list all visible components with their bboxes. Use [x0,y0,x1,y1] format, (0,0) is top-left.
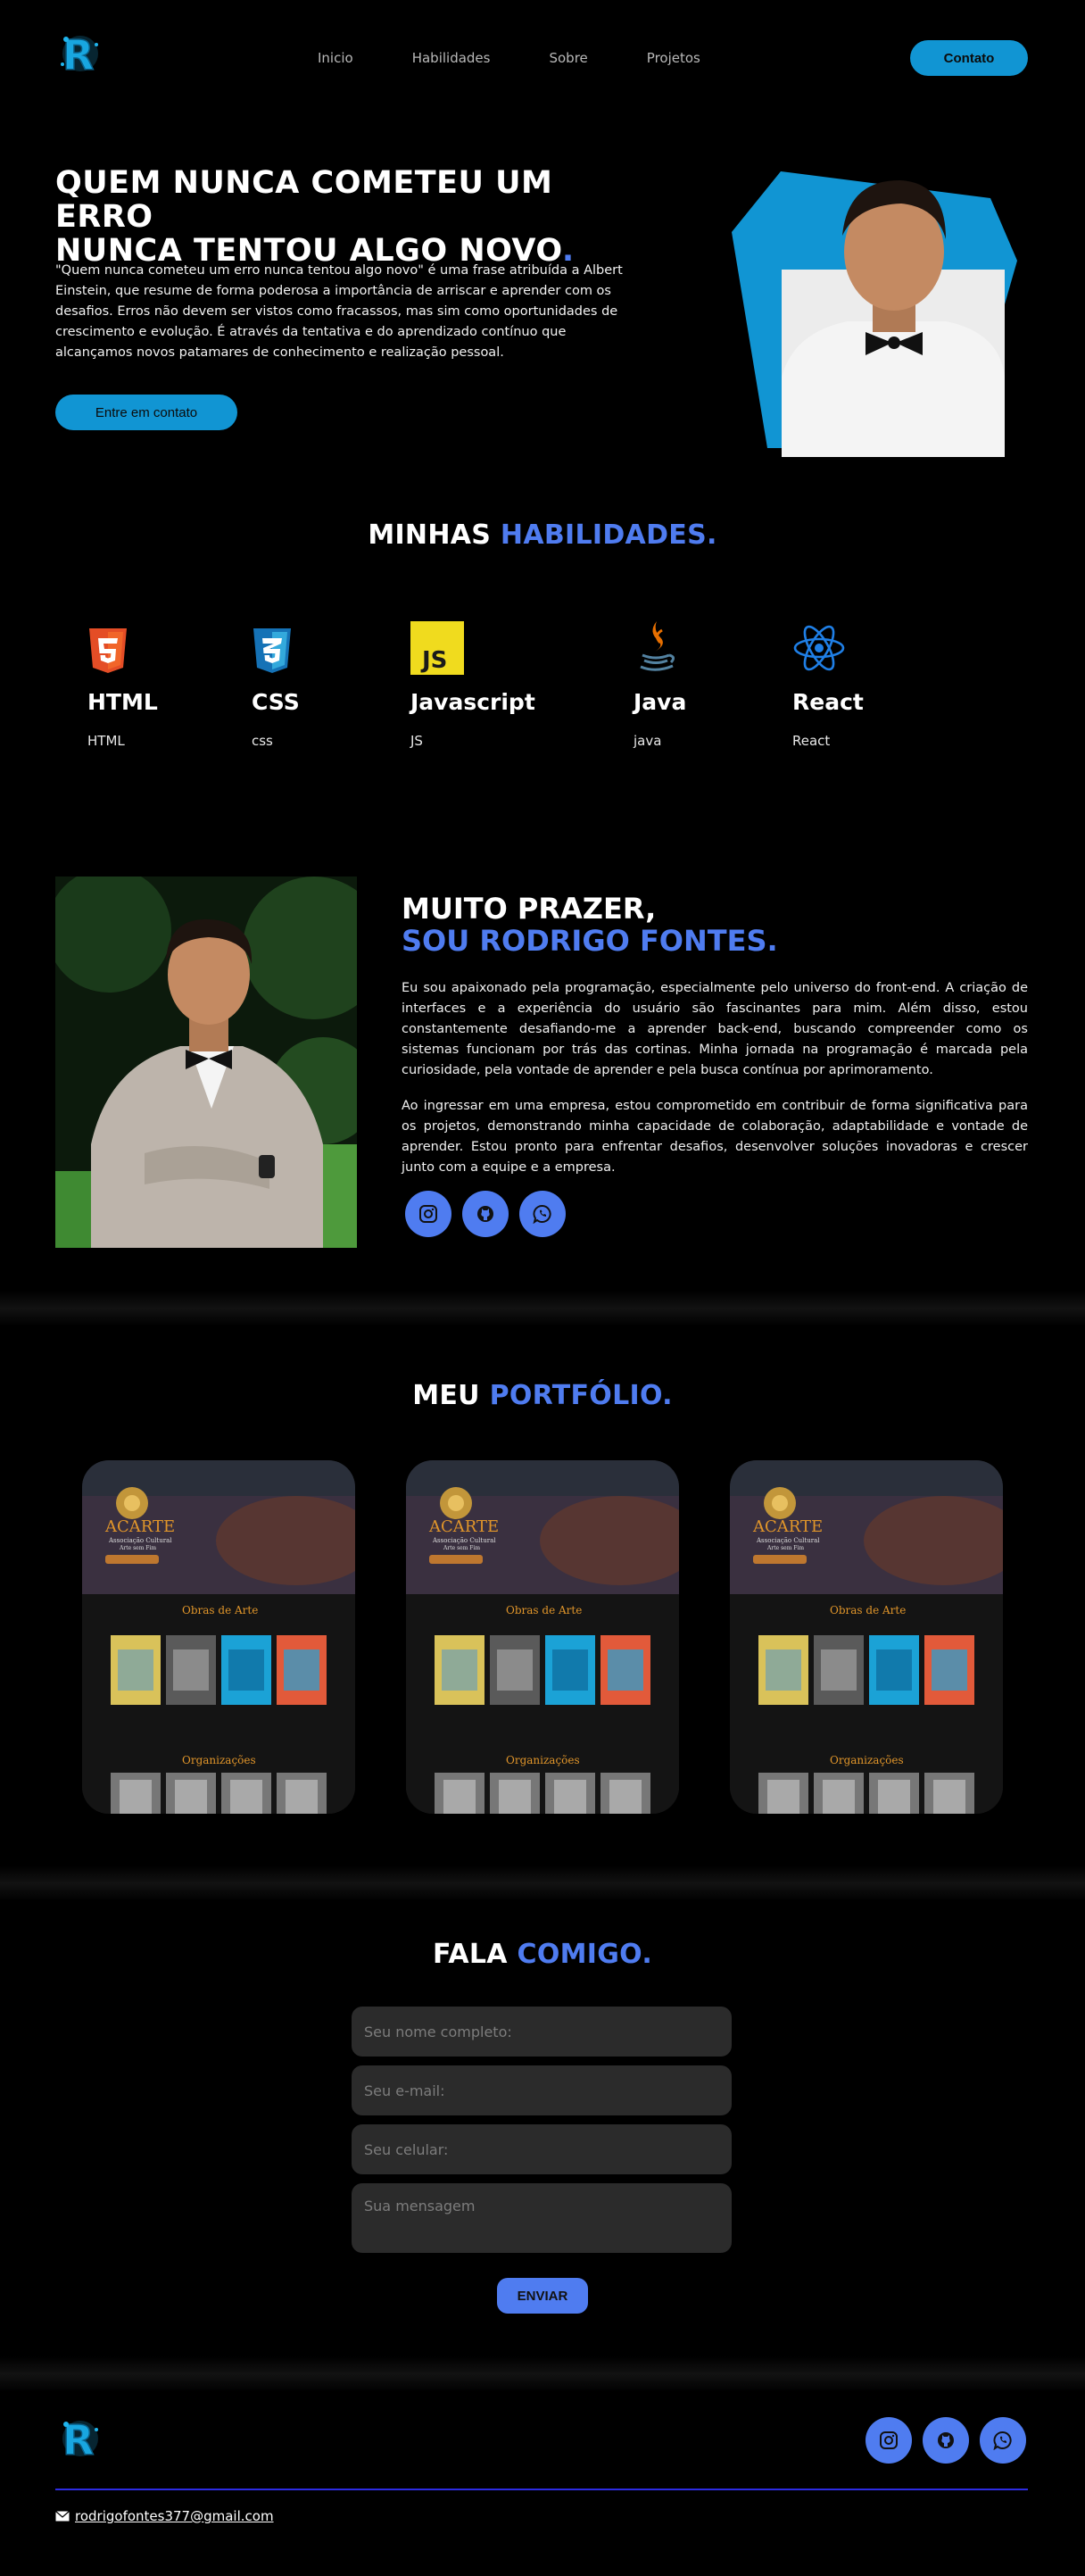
nav-link-inicio[interactable]: Inicio [318,50,353,66]
email-link[interactable]: rodrigofontes377@gmail.com [75,2508,274,2524]
skill-name: React [792,689,864,715]
footer-logo[interactable]: R [55,2412,109,2465]
contact-section-title: FALA COMIGO. [0,1939,1085,1970]
skill-card-javascript: JS Javascript JS [410,619,553,749]
portfolio-title-accent: PORTFÓLIO. [489,1380,673,1411]
about-paragraph-1: Eu sou apaixonado pela programação, espe… [402,981,1028,1077]
logo[interactable]: R [55,27,109,80]
java-icon [634,619,776,675]
whatsapp-icon [993,2431,1012,2450]
instagram-icon [880,2431,898,2449]
preview-subtitle: Associação Cultural [432,1537,496,1544]
message-textarea[interactable] [352,2183,732,2253]
about-title: MUITO PRAZER, SOU RODRIGO FONTES. [402,893,778,957]
skills-section-title: MINHAS HABILIDADES. [0,519,1085,551]
preview-section-title: Organizações [506,1754,580,1766]
about-title-line2: SOU RODRIGO FONTES. [402,924,778,958]
footer-email: rodrigofontes377@gmail.com [55,2508,274,2524]
preview-section-title: Obras de Arte [506,1604,582,1616]
hero-title: QUEM NUNCA COMETEU UM ERRO NUNCA TENTOU … [55,166,626,268]
javascript-icon: JS [410,619,553,675]
entre-em-contato-button[interactable]: Entre em contato [55,395,237,430]
instagram-button[interactable] [405,1191,451,1237]
portfolio-card[interactable]: ACARTE Associação Cultural Arte sem Fim Obr… [82,1460,355,1814]
preview-brand: ACARTE [104,1517,175,1536]
name-input[interactable] [352,2007,732,2057]
hero-profile-photo [732,154,1017,457]
envelope-icon [55,2511,70,2522]
preview-subtitle: Associação Cultural [108,1537,172,1544]
preview-brand: ACARTE [752,1517,823,1536]
preview-subtitle: Associação Cultural [756,1537,820,1544]
instagram-button[interactable] [866,2417,912,2464]
preview-brand: ACARTE [428,1517,499,1536]
about-title-line1: MUITO PRAZER, [402,892,657,926]
footer-social-links [866,2417,1026,2464]
skills-title-white: MINHAS [368,519,501,551]
whatsapp-button[interactable] [519,1191,566,1237]
portfolio-preview-image: ACARTEAssociação CulturalArte sem Fim Obr… [82,1460,355,1814]
nav-link-projetos[interactable]: Projetos [647,50,700,66]
github-icon [938,2432,954,2448]
contact-title-accent: COMIGO. [517,1939,653,1970]
preview-section-title: Obras de Arte [830,1604,906,1616]
react-icon [792,619,935,675]
nav-link-sobre[interactable]: Sobre [549,50,587,66]
preview-section-title: Organizações [182,1754,256,1766]
about-paragraph-2: Ao ingressar em uma empresa, estou compr… [402,1099,1028,1175]
skill-name: HTML [87,689,158,715]
preview-section-title: Organizações [830,1754,904,1766]
email-input[interactable] [352,2065,732,2115]
skill-desc: HTML [87,733,125,749]
portfolio-preview-image: ACARTEAssociação CulturalArte sem Fim Obr… [730,1460,1003,1814]
skill-card-html: HTML HTML [87,619,230,749]
section-divider [0,1866,1085,1901]
about-social-links [405,1191,566,1237]
skill-card-react: React React [792,619,935,749]
skill-desc: React [792,733,831,749]
instagram-icon [419,1205,437,1223]
skill-name: Javascript [410,689,535,715]
section-divider [0,1291,1085,1326]
css3-icon [252,619,394,675]
enviar-button[interactable]: ENVIAR [497,2278,588,2314]
whatsapp-icon [533,1205,551,1224]
whatsapp-button[interactable] [980,2417,1026,2464]
contact-title-white: FALA [432,1939,518,1970]
portfolio-section-title: MEU PORTFÓLIO. [0,1380,1085,1411]
svg-text:JS: JS [420,647,447,674]
portfolio-title-white: MEU [412,1380,490,1411]
section-divider [0,2356,1085,2392]
skill-name: CSS [252,689,300,715]
portfolio-preview-image: ACARTEAssociação CulturalArte sem Fim Obr… [406,1460,679,1814]
skill-desc: css [252,733,273,749]
nav-link-habilidades[interactable]: Habilidades [412,50,491,66]
skill-desc: JS [410,733,423,749]
skill-card-css: CSS css [252,619,394,749]
preview-tagline: Arte sem Fim [443,1545,480,1551]
skill-card-java: Java java [634,619,776,749]
nav-links: Inicio Habilidades Sobre Projetos [318,50,759,66]
skill-desc: java [634,733,662,749]
portfolio-card[interactable]: ACARTE Associação Cultural Arte sem Fim Obr… [730,1460,1003,1814]
contato-button[interactable]: Contato [910,40,1028,76]
github-button[interactable] [462,1191,509,1237]
html5-icon [87,619,230,675]
phone-input[interactable] [352,2124,732,2174]
preview-section-title: Obras de Arte [182,1604,258,1616]
hero-quote-text: "Quem nunca cometeu um erro nunca tentou… [55,263,623,360]
skill-name: Java [634,689,687,715]
hero-title-line1: QUEM NUNCA COMETEU UM ERRO [55,165,553,235]
portfolio-card[interactable]: ACARTE Associação Cultural Arte sem Fim Obr… [406,1460,679,1814]
github-icon [477,1206,493,1222]
about-profile-photo [55,877,357,1248]
skills-title-accent: HABILIDADES. [500,519,717,551]
preview-tagline: Arte sem Fim [119,1545,156,1551]
preview-tagline: Arte sem Fim [766,1545,804,1551]
github-button[interactable] [923,2417,969,2464]
footer-divider [55,2489,1028,2490]
top-navbar: R Inicio Habilidades Sobre Projetos Cont… [0,0,1085,116]
